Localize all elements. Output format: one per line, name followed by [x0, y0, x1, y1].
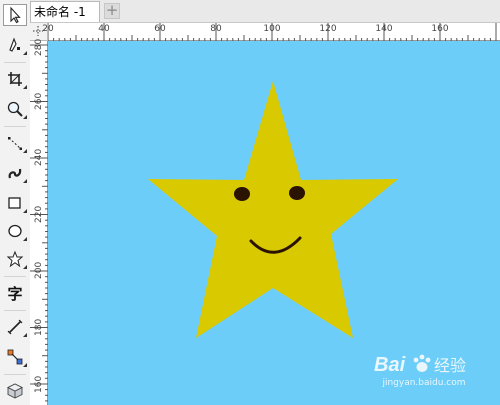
ruler-label: 60 [154, 24, 166, 34]
document-tab[interactable]: 未命名 -1 [30, 1, 100, 22]
freehand-line-icon [8, 137, 22, 150]
rectangle-icon [8, 197, 21, 209]
ruler-label: 100 [263, 24, 281, 34]
vertical-ruler[interactable]: 280 260 240 220 200 180 160 [30, 38, 48, 405]
artistic-media-tool[interactable] [3, 162, 27, 184]
ruler-label: 200 [34, 261, 44, 279]
shape-tool[interactable] [3, 34, 27, 56]
cube-icon [6, 383, 24, 399]
pick-tool[interactable] [3, 4, 27, 26]
pointer-arrow-icon [10, 6, 21, 24]
zoom-tool[interactable] [3, 98, 27, 120]
extrude-tool[interactable] [3, 380, 27, 402]
ruler-label: 260 [34, 92, 44, 110]
ruler-label: 20 [42, 24, 54, 34]
horizontal-ruler[interactable]: 20 40 60 80 100 120 140 160 [42, 23, 500, 41]
dimension-icon [7, 319, 23, 335]
connector-icon [7, 349, 23, 365]
document-tab-bar: 未命名 -1 + [30, 0, 500, 23]
ruler-label: 120 [319, 24, 337, 34]
magnifier-icon [7, 101, 23, 117]
baidu-logo-icon: Bai 经验 [374, 354, 466, 376]
parallel-dimension-tool[interactable] [3, 316, 27, 338]
crop-tool[interactable] [3, 68, 27, 90]
artistic-media-icon [8, 168, 22, 179]
ruler-label: 140 [375, 24, 393, 34]
drawing-canvas[interactable]: Bai 经验 jingyan.baidu.com [48, 41, 500, 405]
text-icon: 字 [7, 284, 23, 303]
right-eye[interactable] [289, 186, 305, 200]
ruler-label: 160 [431, 24, 449, 34]
rectangle-tool[interactable] [3, 192, 27, 214]
connector-tool[interactable] [3, 346, 27, 368]
baidu-jingyan-watermark: Bai 经验 jingyan.baidu.com [374, 351, 474, 391]
ruler-label: 220 [34, 205, 44, 223]
watermark-url: jingyan.baidu.com [382, 378, 466, 388]
polygon-tool[interactable] [3, 248, 27, 270]
ruler-label: 180 [34, 318, 44, 336]
ruler-label: 240 [34, 148, 44, 166]
ruler-label: 80 [210, 24, 222, 34]
freehand-tool[interactable] [3, 132, 27, 154]
ellipse-icon [8, 224, 22, 238]
shape-node-icon [9, 37, 20, 52]
text-tool[interactable]: 字 [3, 282, 27, 304]
svg-text:经验: 经验 [434, 356, 466, 375]
ruler-label: 160 [34, 375, 44, 393]
toolbox: 字 [0, 0, 31, 405]
ellipse-tool[interactable] [3, 220, 27, 242]
star-polygon-icon [6, 250, 24, 268]
ruler-label: 280 [34, 38, 44, 56]
crop-icon [8, 72, 22, 86]
svg-text:Bai: Bai [374, 354, 406, 376]
ruler-label: 40 [98, 24, 110, 34]
new-document-tab-button[interactable]: + [104, 3, 120, 19]
left-eye[interactable] [234, 187, 250, 201]
